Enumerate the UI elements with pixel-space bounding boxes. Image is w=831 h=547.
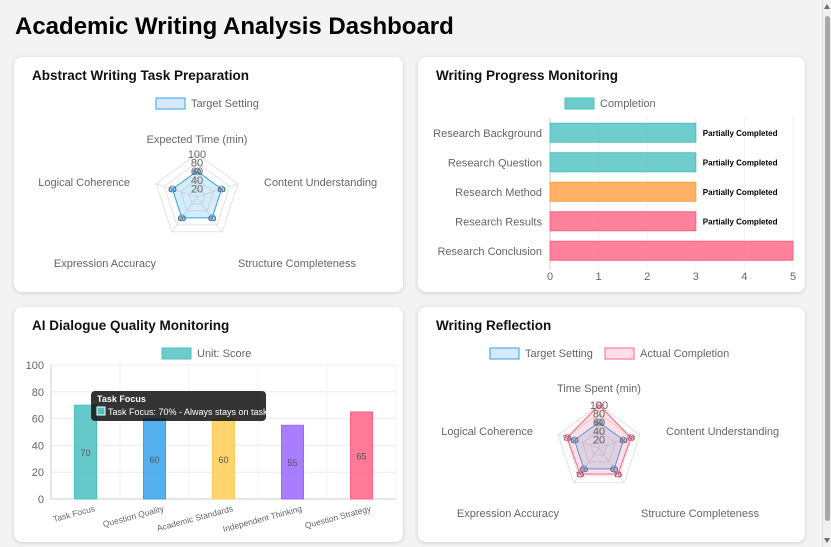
bar-value-label: 55 [287,458,297,468]
x-tick-label: 1 [596,271,602,283]
y-category-label: Research Background [433,128,542,140]
progress-card: Writing Progress Monitoring Completion 0 1… [418,57,805,292]
reflection-radar-chart: Target SettingActual Completion606060606… [441,347,779,520]
x-tick-label: 2 [644,271,650,283]
y-category-label: Research Conclusion [437,246,542,258]
scrollbar-thumb[interactable] [825,16,830,521]
radar-axis-label: Expression Accuracy [54,258,157,270]
x-tick-label: 5 [790,271,796,283]
y-tick-label: 100 [26,360,44,372]
y-category-label: Research Question [448,157,542,169]
radar-point-label: 60 [178,214,186,223]
bar-value-label: 60 [218,455,228,465]
page-title: Academic Writing Analysis Dashboard [15,13,454,40]
dialogue-card: AI Dialogue Quality Monitoring Unit: Sco… [14,307,403,542]
y-tick-label: 60 [32,414,44,426]
progress-bar [549,122,697,143]
legend-actual-completion-label: Actual Completion [640,348,729,360]
dialogue-bar-chart: Unit: Score 100 80 60 40 20 0 70 Task Focus 60 Que… [26,347,397,534]
y-tick-label: 20 [32,467,44,479]
radar-point-label: 60 [217,185,225,194]
radar-axis-label: Content Understanding [666,426,779,438]
radar-axis-label: Logical Coherence [441,426,533,438]
tooltip-body: Task Focus: 70% - Always stays on task [108,407,268,417]
radar-axis-label: Time Spent (min) [557,383,641,395]
radar-tick-label: 20 [593,434,605,446]
radar-axis-label: Structure Completeness [641,508,759,520]
bar-data-label: Partially Completed [703,158,778,167]
progress-bar [549,152,697,173]
legend-target-setting-label: Target Setting [191,98,259,110]
abstract-radar-chart: Target Setting606060606010080604020Expec… [38,97,377,270]
abstract-card: Abstract Writing Task Preparation Target… [14,57,403,292]
radar-point-label: 60 [208,214,216,223]
radar-point-label: 60 [168,185,176,194]
bar-data-label: Partially Completed [703,129,778,138]
x-category-label: Task Focus [52,503,96,524]
radar-axis-label: Structure Completeness [238,258,356,270]
legend-unit-score-swatch [161,347,192,360]
reflection-card: Writing Reflection Target Setting Actual … [418,307,805,542]
x-tick-label: 4 [741,271,747,283]
radar-axis-label: Logical Coherence [38,177,130,189]
tooltip-title: Task Focus [97,394,146,404]
radar-axis-label: Content Understanding [264,177,377,189]
progress-bar [549,211,697,232]
radar-point-label: 75 [614,470,622,479]
y-tick-label: 80 [32,387,44,399]
y-category-label: Research Method [455,187,542,199]
x-tick-label: 0 [547,271,553,283]
tooltip-swatch [96,406,106,416]
bar-value-label: 65 [356,451,366,461]
page-scrollbar[interactable] [822,0,831,547]
radar-tick-label: 20 [191,183,203,195]
legend-target-setting-swatch [489,347,520,360]
bar-data-label: Partially Completed [703,217,778,226]
bar-value-label: 60 [149,455,159,465]
y-tick-label: 40 [32,440,44,452]
bar-data-label: Partially Completed [703,188,778,197]
radar-point-label: 78 [563,434,571,443]
legend-target-setting-swatch [155,97,186,110]
legend-target-setting-label: Target Setting [525,348,593,360]
y-tick-label: 0 [38,494,44,506]
scroll-up-icon[interactable] [824,4,830,9]
x-tick-label: 3 [693,271,699,283]
progress-bar [549,181,697,202]
bar-value-label: 70 [80,448,90,458]
radar-point-label: 78 [627,434,635,443]
legend-unit-score-label: Unit: Score [197,348,251,360]
progress-bar-chart: Completion 0 1 2 3 4 5 Research Background Parti… [433,97,796,283]
radar-axis-label: Expected Time (min) [147,134,248,146]
radar-axis-label: Expression Accuracy [457,508,560,520]
x-category-label: Question Strategy [304,503,373,530]
x-category-label: Independent Thinking [222,503,304,534]
legend-completion-swatch [564,97,595,110]
legend-actual-completion-swatch [604,347,635,360]
legend-completion-label: Completion [600,98,656,110]
radar-point-label: 75 [576,470,584,479]
scroll-down-icon[interactable] [824,538,830,543]
y-category-label: Research Results [455,216,542,228]
progress-bar [549,240,794,261]
